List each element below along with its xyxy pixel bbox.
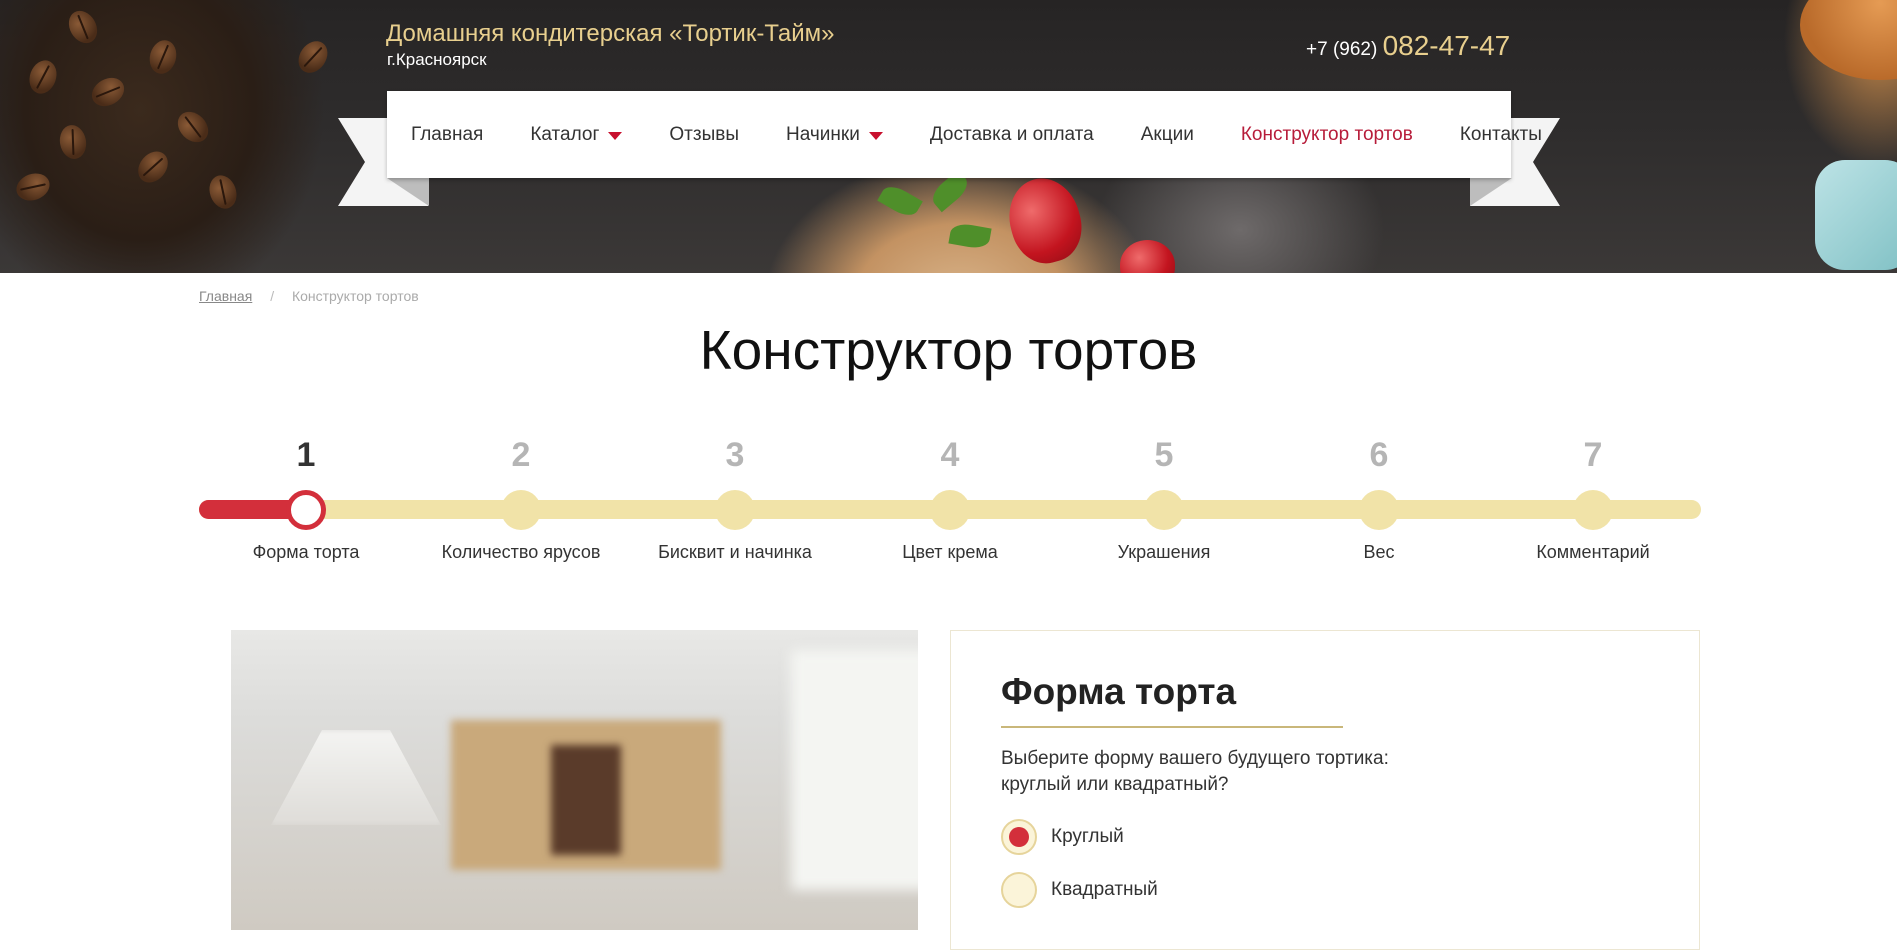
step-label: Форма торта <box>252 542 360 562</box>
nav-item-cake-constructor[interactable]: Конструктор тортов <box>1241 124 1413 146</box>
coffee-bean-decor <box>57 123 89 161</box>
step-number: 2 <box>511 436 531 474</box>
page-title: Конструктор тортов <box>699 319 1198 381</box>
step-number: 1 <box>296 436 316 474</box>
step-1[interactable]: 1 Форма торта <box>206 430 406 563</box>
mint-leaf-decor <box>948 221 992 251</box>
step-6[interactable]: 6 Вес <box>1279 430 1479 563</box>
nav-item-reviews[interactable]: Отзывы <box>669 124 739 146</box>
coffee-bean-decor <box>171 105 215 149</box>
strawberry-decor <box>1120 240 1175 273</box>
option-square[interactable]: Квадратный <box>1001 872 1158 908</box>
photo-detail <box>791 650 918 890</box>
step-2[interactable]: 2 Количество ярусов <box>421 430 621 563</box>
progress-stepper: 1 Форма торта 2 Количество ярусов 3 Биск… <box>199 430 1701 570</box>
header-banner: Домашняя кондитерская «Тортик-Тайм» г.Кр… <box>0 0 1897 273</box>
photo-detail <box>551 745 621 855</box>
title-underline <box>1001 726 1343 728</box>
coffee-bean-decor <box>132 145 174 189</box>
step-marker[interactable] <box>501 490 541 530</box>
step-label: Бисквит и начинка <box>658 542 812 562</box>
cup-decor <box>1815 160 1897 270</box>
step-label: Украшения <box>1117 542 1211 562</box>
phone-number[interactable]: +7 (962) 082-47-47 <box>1306 30 1510 62</box>
step-label: Вес <box>1363 542 1395 562</box>
radio-square[interactable] <box>1001 872 1037 908</box>
step-number: 6 <box>1369 436 1389 474</box>
step-5[interactable]: 5 Украшения <box>1064 430 1264 563</box>
form-title: Форма торта <box>1001 671 1237 712</box>
shape-form-card: Форма торта Выберите форму вашего будуще… <box>950 630 1700 950</box>
option-label: Квадратный <box>1051 879 1158 900</box>
breadcrumb-home-link[interactable]: Главная <box>199 288 252 304</box>
step-label: Цвет крема <box>902 542 998 562</box>
pie-decor <box>1800 0 1897 80</box>
photo-detail <box>271 730 441 825</box>
step-label: Комментарий <box>1536 542 1650 562</box>
step-marker[interactable] <box>1359 490 1399 530</box>
option-label: Круглый <box>1051 826 1124 847</box>
coffee-bean-decor <box>63 5 103 49</box>
nav-item-home[interactable]: Главная <box>411 124 483 146</box>
phone-prefix: +7 (962) <box>1306 39 1378 60</box>
nav-item-fillings[interactable]: Начинки <box>786 124 883 146</box>
coffee-bean-decor <box>146 37 180 77</box>
step-number: 3 <box>725 436 745 474</box>
nav-item-promotions[interactable]: Акции <box>1141 124 1194 146</box>
strawberry-decor <box>1000 170 1090 271</box>
step-number: 7 <box>1583 436 1603 474</box>
breadcrumb-separator: / <box>270 288 275 304</box>
step-marker[interactable] <box>715 490 755 530</box>
coffee-bean-decor <box>292 35 334 79</box>
coffee-bean-decor <box>12 168 54 206</box>
mint-leaf-decor <box>877 181 923 221</box>
breadcrumb: Главная / Конструктор тортов <box>199 288 419 304</box>
nav-item-contacts[interactable]: Контакты <box>1460 124 1542 146</box>
coffee-bean-decor <box>86 72 130 112</box>
radio-round[interactable] <box>1001 819 1037 855</box>
form-description: Выберите форму вашего будущего тортика: … <box>1001 748 1389 795</box>
coffee-bean-decor <box>204 171 242 213</box>
brand-city: г.Красноярск <box>387 50 487 69</box>
step-label: Количество ярусов <box>441 542 601 562</box>
step-marker[interactable] <box>930 490 970 530</box>
step-number: 5 <box>1154 436 1174 474</box>
option-round[interactable]: Круглый <box>1001 819 1124 855</box>
step-7[interactable]: 7 Комментарий <box>1493 430 1693 563</box>
phone-main: 082-47-47 <box>1382 30 1511 61</box>
step-4[interactable]: 4 Цвет крема <box>850 430 1050 563</box>
nav-item-catalog[interactable]: Каталог <box>530 124 623 146</box>
step-marker[interactable] <box>1144 490 1184 530</box>
kitchen-photo <box>231 630 918 930</box>
coffee-bean-decor <box>24 56 62 98</box>
main-nav: Главная Каталог Отзывы Начинки Доставка … <box>387 91 1542 178</box>
step-marker-active[interactable] <box>286 490 326 530</box>
step-marker[interactable] <box>1573 490 1613 530</box>
radio-checked-dot <box>1009 827 1029 847</box>
breadcrumb-current: Конструктор тортов <box>291 288 419 304</box>
brand-title[interactable]: Домашняя кондитерская «Тортик-Тайм» <box>386 20 835 48</box>
step-3[interactable]: 3 Бисквит и начинка <box>635 430 835 563</box>
chevron-down-icon[interactable] <box>868 131 883 140</box>
nav-item-delivery[interactable]: Доставка и оплата <box>930 124 1094 146</box>
step-number: 4 <box>940 436 960 474</box>
chevron-down-icon[interactable] <box>608 131 623 140</box>
